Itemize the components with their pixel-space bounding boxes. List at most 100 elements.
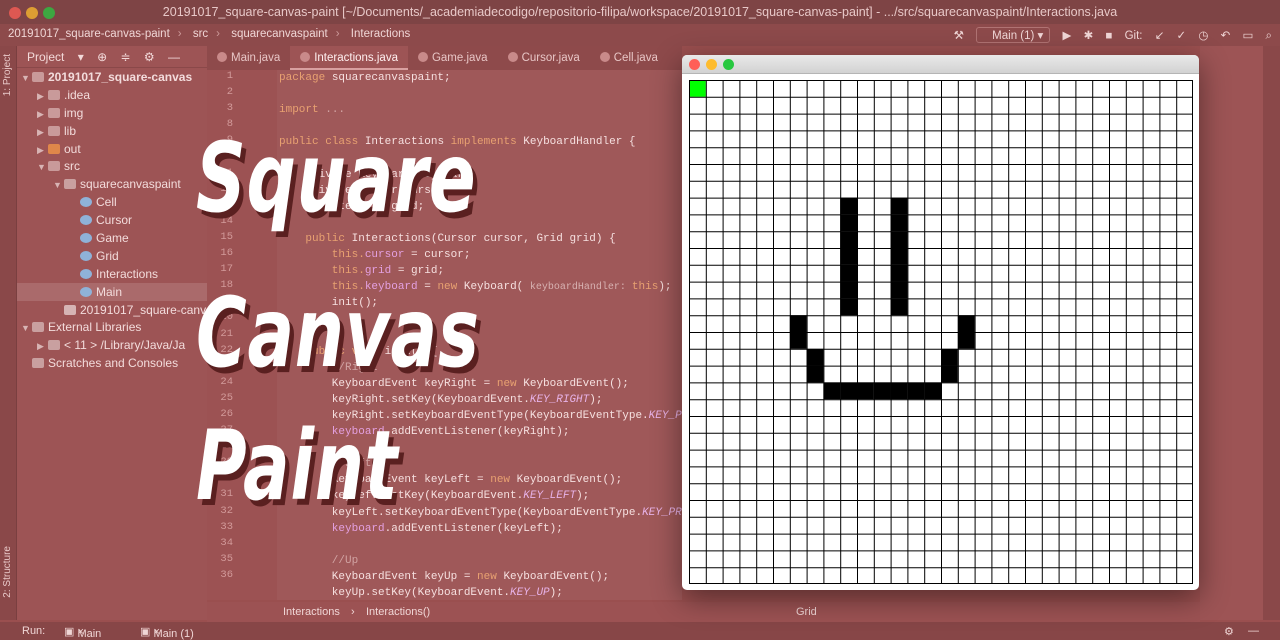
painted-cell[interactable] <box>924 382 941 400</box>
gear-icon[interactable]: ⚙ <box>1224 625 1234 638</box>
tree-item[interactable]: ▶ img <box>17 104 207 122</box>
hide-panel-icon[interactable]: — <box>1248 625 1259 637</box>
painted-cell[interactable] <box>840 231 857 248</box>
painted-cell[interactable] <box>840 214 857 232</box>
painted-cell[interactable] <box>890 214 908 232</box>
painted-cell[interactable] <box>890 382 908 400</box>
painted-cell[interactable] <box>957 332 975 349</box>
painted-cell[interactable] <box>840 382 857 400</box>
breadcrumb-class[interactable]: Interactions <box>351 28 410 40</box>
tree-item[interactable]: ▶ .idea <box>17 86 207 104</box>
painted-cell[interactable] <box>789 332 807 349</box>
code-token: KeyboardEvent(); <box>516 474 623 487</box>
painted-cell[interactable] <box>840 264 857 282</box>
painted-cell[interactable] <box>907 382 925 400</box>
hide-panel-icon[interactable]: — <box>168 50 180 64</box>
stop-icon[interactable]: ■ <box>1105 30 1112 42</box>
editor-tab[interactable]: Cell.java <box>590 46 668 70</box>
expand-arrow-icon: ▶ <box>37 341 44 352</box>
tree-item[interactable]: ▶ out <box>17 140 207 158</box>
tree-item[interactable]: ▼ 20191017_square-canvas <box>17 68 207 86</box>
git-update-icon[interactable]: ↙ <box>1155 28 1165 42</box>
code-token: grid <box>364 265 392 278</box>
structure-tool-tab[interactable]: 2: Structure <box>2 546 13 598</box>
code-token: KEY_UP <box>510 587 550 599</box>
tree-item[interactable]: Grid <box>17 247 207 265</box>
painted-cell[interactable] <box>890 264 908 282</box>
target-icon[interactable]: ⊕ <box>97 50 107 64</box>
editor-tab[interactable]: Interactions.java <box>290 46 408 70</box>
run-tab-main[interactable]: ▣ Main × <box>64 625 101 640</box>
expand-arrow-icon: ▶ <box>37 144 44 155</box>
tree-item-label: 20191017_square-canvas <box>48 70 193 84</box>
painted-cell[interactable] <box>840 197 857 215</box>
overlay-title-line-2: Canvas <box>196 277 480 389</box>
folder-icon <box>48 143 60 154</box>
tree-item[interactable]: Cell <box>17 193 207 211</box>
minimize-window-button[interactable] <box>706 59 717 70</box>
debug-icon[interactable]: ✱ <box>1084 28 1094 42</box>
tree-item[interactable]: ▼ src <box>17 157 207 175</box>
painted-cell[interactable] <box>873 382 891 400</box>
search-icon[interactable]: ⌕ <box>1266 30 1272 43</box>
painted-cell[interactable] <box>806 348 824 366</box>
breadcrumb-project[interactable]: 20191017_square-canvas-paint <box>8 28 170 40</box>
painted-cell[interactable] <box>941 365 958 383</box>
painted-cell[interactable] <box>789 315 807 332</box>
breadcrumb-class-name[interactable]: Interactions <box>283 606 340 618</box>
close-window-button[interactable] <box>689 59 700 70</box>
tree-item[interactable]: Interactions <box>17 265 207 283</box>
tree-item[interactable]: ▼ External Libraries <box>17 318 207 336</box>
tree-item[interactable]: Game <box>17 229 207 247</box>
painted-cell[interactable] <box>957 315 975 332</box>
zoom-window-button[interactable] <box>723 59 734 70</box>
painted-cell[interactable] <box>941 348 958 366</box>
project-tool-tab[interactable]: 1: Project <box>2 54 13 96</box>
painted-cell[interactable] <box>857 382 874 400</box>
folder-icon <box>48 107 60 118</box>
project-view-select[interactable]: Project ▾ <box>27 50 84 64</box>
painted-cell[interactable] <box>890 298 908 316</box>
painted-cell[interactable] <box>840 298 857 316</box>
tree-item[interactable]: Scratches and Consoles <box>17 354 207 372</box>
tree-item[interactable]: ▶ < 11 > /Library/Java/Ja <box>17 336 207 354</box>
git-commit-icon[interactable]: ✓ <box>1177 28 1187 42</box>
run-configuration-select[interactable]: Main (1) ▾ <box>976 27 1051 43</box>
editor-tab[interactable]: Game.java <box>408 46 498 70</box>
painted-cell[interactable] <box>823 382 841 400</box>
painted-cell[interactable] <box>890 281 908 299</box>
folder-icon <box>48 161 60 172</box>
run-tab-main-1-label: Main (1) <box>153 628 194 640</box>
run-icon[interactable]: ▶ <box>1063 28 1072 42</box>
gear-icon[interactable]: ⚙ <box>144 50 155 64</box>
tree-item[interactable]: Cursor <box>17 211 207 229</box>
history-icon[interactable]: ◷ <box>1198 28 1208 42</box>
painted-cell[interactable] <box>890 231 908 248</box>
collapse-all-icon[interactable]: ≑ <box>120 50 130 64</box>
cursor-cell[interactable] <box>689 80 706 97</box>
editor-tab[interactable]: Cursor.java <box>498 46 590 70</box>
run-tab-main-1[interactable]: ▣ Main (1) × <box>140 625 194 640</box>
folder-icon[interactable]: ▭ <box>1242 28 1253 42</box>
right-panel <box>1200 46 1280 620</box>
editor-tab-label: Game.java <box>431 52 488 64</box>
painted-cell[interactable] <box>840 281 857 299</box>
hammer-icon[interactable]: ⚒ <box>954 28 964 42</box>
tree-item[interactable]: Main <box>17 282 207 301</box>
painted-cell[interactable] <box>840 248 857 265</box>
painted-cell[interactable] <box>890 248 908 265</box>
painted-cell[interactable] <box>806 365 824 383</box>
project-panel-header: Project ▾ ⊕ ≑ ⚙ — <box>17 46 207 68</box>
tree-item[interactable]: ▶ lib <box>17 122 207 140</box>
line-number: 33 <box>220 520 233 533</box>
painted-cell[interactable] <box>890 197 908 215</box>
tree-item[interactable]: 20191017_square-canva <box>17 301 207 319</box>
revert-icon[interactable]: ↶ <box>1221 28 1231 42</box>
tree-item[interactable]: ▼ squarecanvaspaint <box>17 175 207 193</box>
breadcrumb-method-name[interactable]: Interactions() <box>366 606 430 618</box>
editor-tab[interactable]: Main.java <box>207 46 290 70</box>
tree-item-label: .idea <box>64 87 91 102</box>
breadcrumb-src[interactable]: src <box>193 28 208 40</box>
breadcrumb-package[interactable]: squarecanvaspaint <box>231 28 328 40</box>
paint-canvas-grid[interactable] <box>689 80 1193 584</box>
